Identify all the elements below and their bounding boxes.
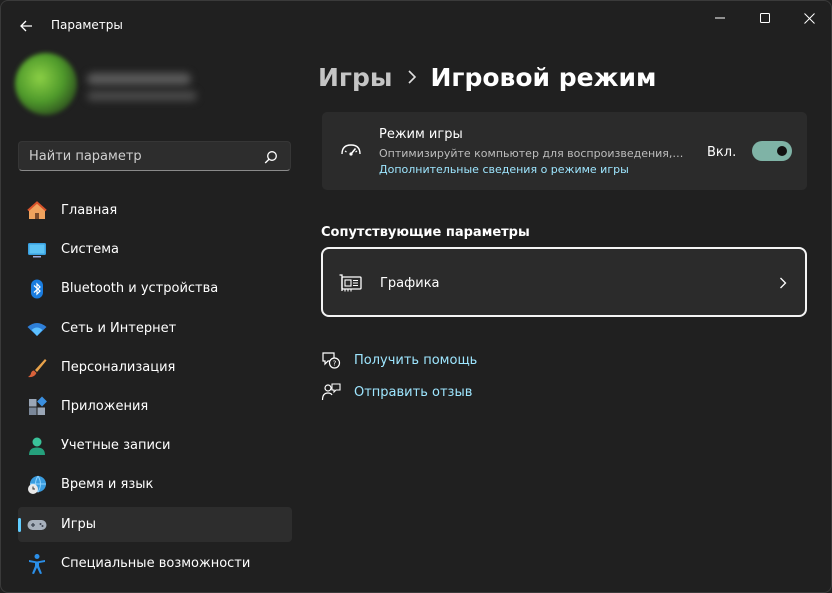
- sidebar-item-apps[interactable]: Приложения: [18, 389, 292, 424]
- sidebar-nav: Главная Система Bluetooth и устройства С…: [18, 193, 292, 585]
- gamepad-icon: [26, 514, 48, 536]
- breadcrumb: Игры Игровой режим: [318, 59, 656, 95]
- apps-icon: [26, 396, 48, 418]
- avatar: [15, 53, 77, 115]
- profile-name-blurred: [87, 73, 191, 85]
- sidebar-item-accounts[interactable]: Учетные записи: [18, 428, 292, 463]
- sidebar-item-label: Время и язык: [61, 477, 154, 493]
- sidebar-item-system[interactable]: Система: [18, 232, 292, 267]
- send-feedback-link[interactable]: Отправить отзыв: [321, 381, 472, 403]
- sidebar-item-label: Учетные записи: [61, 438, 171, 454]
- sidebar-item-label: Bluetooth и устройства: [61, 281, 219, 297]
- search-input[interactable]: [19, 142, 249, 170]
- graphics-card-icon: [339, 274, 362, 292]
- game-mode-learn-more-link[interactable]: Дополнительные сведения о режиме игры: [379, 163, 629, 176]
- accessibility-icon: [26, 553, 48, 575]
- maximize-button[interactable]: [742, 7, 788, 29]
- time-language-icon: [26, 474, 48, 496]
- sidebar-item-label: Приложения: [61, 398, 149, 414]
- send-feedback-label: Отправить отзыв: [354, 384, 473, 400]
- sidebar-item-bluetooth[interactable]: Bluetooth и устройства: [18, 271, 292, 306]
- sidebar-item-label: Специальные возможности: [61, 555, 251, 571]
- search-box[interactable]: [18, 141, 291, 171]
- sidebar-item-label: Персонализация: [61, 359, 176, 375]
- get-help-link[interactable]: ? Получить помощь: [321, 349, 477, 371]
- sidebar-item-label: Система: [61, 242, 120, 258]
- search-icon[interactable]: [264, 150, 278, 164]
- sidebar-item-label: Главная: [61, 203, 118, 218]
- game-mode-toggle[interactable]: [752, 141, 792, 161]
- svg-text:?: ?: [333, 360, 337, 368]
- bluetooth-icon: [26, 278, 48, 300]
- toggle-knob: [777, 146, 787, 156]
- minimize-icon: [715, 17, 725, 19]
- sidebar-item-gaming[interactable]: Игры: [18, 506, 292, 542]
- related-settings-heading: Сопутствующие параметры: [321, 225, 530, 240]
- sidebar-item-label: Сеть и Интернет: [61, 320, 177, 336]
- graphics-settings-row[interactable]: Графика: [321, 247, 807, 317]
- back-arrow-icon: [20, 20, 32, 32]
- title-bar: Параметры: [1, 1, 831, 49]
- chevron-right-icon: [399, 67, 425, 87]
- speedometer-icon: [341, 144, 361, 156]
- toggle-state-label: Вкл.: [707, 145, 737, 160]
- game-mode-card: Режим игры Оптимизируйте компьютер для в…: [322, 112, 807, 190]
- app-title: Параметры: [51, 18, 123, 32]
- close-button[interactable]: [786, 7, 831, 29]
- help-icon: ?: [321, 350, 341, 370]
- close-icon: [803, 12, 815, 24]
- system-icon: [26, 239, 48, 261]
- get-help-label: Получить помощь: [354, 352, 478, 368]
- brush-icon: [26, 357, 48, 379]
- settings-window: Параметры Найти параметр Главная Система…: [0, 0, 832, 593]
- sidebar-item-accessibility[interactable]: Специальные возможности: [18, 546, 292, 581]
- maximize-icon: [760, 13, 770, 23]
- minimize-button[interactable]: [697, 7, 743, 29]
- account-icon: [26, 435, 48, 457]
- wifi-icon: [26, 318, 48, 340]
- breadcrumb-parent[interactable]: Игры: [318, 63, 393, 92]
- sidebar-item-label: Игры: [61, 516, 97, 532]
- chevron-right-icon: [780, 277, 787, 289]
- home-icon: [26, 200, 48, 222]
- sidebar-item-personalization[interactable]: Персонализация: [18, 350, 292, 385]
- game-mode-description: Оптимизируйте компьютер для воспроизведе…: [379, 147, 685, 160]
- page-title: Игровой режим: [430, 62, 657, 92]
- graphics-label: Графика: [380, 276, 440, 291]
- sidebar-item-home[interactable]: Главная: [18, 193, 292, 228]
- game-mode-title: Режим игры: [379, 127, 463, 142]
- sidebar-item-time-language[interactable]: Время и язык: [18, 467, 292, 502]
- sidebar-item-network[interactable]: Сеть и Интернет: [18, 311, 292, 346]
- back-button[interactable]: [15, 15, 37, 37]
- profile-email-blurred: [87, 91, 197, 101]
- feedback-icon: [321, 382, 341, 402]
